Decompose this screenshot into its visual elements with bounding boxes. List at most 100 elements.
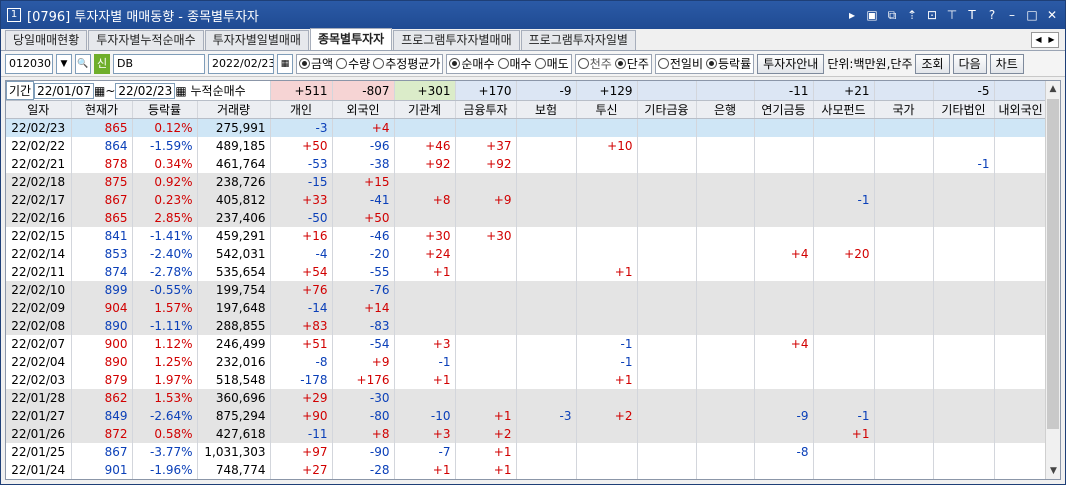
table-cell	[516, 424, 577, 443]
column-header[interactable]: 연기금등	[754, 100, 814, 119]
table-row[interactable]: 22/02/10 899 -0.55% 199,754 +76 -76	[6, 280, 1048, 299]
table-row[interactable]: 22/02/17 867 0.23% 405,812 +33 -41 +8 +9 -1	[6, 190, 1048, 209]
column-header[interactable]: 기관계	[394, 100, 456, 119]
radio-quantity[interactable]: 수량	[336, 55, 370, 72]
radio-sell[interactable]: 매도	[534, 55, 569, 72]
scroll-down-icon[interactable]: ▼	[1046, 463, 1060, 479]
period-from-input[interactable]: 22/01/07	[34, 83, 94, 99]
column-header[interactable]: 개인	[270, 100, 333, 119]
pushpin-icon[interactable]: ⊤	[945, 8, 959, 22]
scroll-up-icon[interactable]: ▲	[1046, 81, 1060, 97]
table-row[interactable]: 22/01/28 862 1.53% 360,696 +29 -30	[6, 388, 1048, 407]
table-row[interactable]: 22/02/21 878 0.34% 461,764 -53 -38 +92 +92 -1	[6, 154, 1048, 173]
period-to-calendar-icon[interactable]: ▦	[175, 84, 186, 98]
table-row[interactable]: 22/02/18 875 0.92% 238,726 -15 +15	[6, 172, 1048, 191]
column-header[interactable]: 기타금융	[637, 100, 697, 119]
table-cell	[576, 190, 638, 209]
radio-prev-day[interactable]: 전일비	[657, 55, 703, 72]
calendar-icon[interactable]: ▦	[277, 53, 293, 74]
table-cell	[813, 154, 875, 173]
maximize-icon[interactable]: □	[1025, 8, 1039, 22]
column-header[interactable]: 기타법인	[933, 100, 995, 119]
tab-daily-trading[interactable]: 당일매매현황	[5, 30, 88, 50]
table-row[interactable]: 22/02/16 865 2.85% 237,406 -50 +50	[6, 208, 1048, 227]
table-row[interactable]: 22/02/23 865 0.12% 275,991 -3 +4	[6, 118, 1048, 137]
table-row[interactable]: 22/01/27 849 -2.64% 875,294 +90 -80 -10 +1 -3 +2 -…	[6, 406, 1048, 425]
tab-investor-daily[interactable]: 투자자별일별매매	[204, 30, 309, 50]
compare-radio-group: 전일비 등락률	[654, 53, 755, 74]
radio-change-rate[interactable]: 등락률	[706, 55, 751, 72]
table-row[interactable]: 22/02/09 904 1.57% 197,648 -14 +14	[6, 298, 1048, 317]
date-input[interactable]: 2022/02/23	[208, 53, 274, 74]
radio-thousand-shares[interactable]: 천주	[577, 55, 612, 72]
tab-program-investor[interactable]: 프로그램투자자별매매	[393, 30, 520, 50]
vertical-scrollbar[interactable]: ▲ ▼	[1045, 81, 1060, 479]
table-row[interactable]: 22/02/15 841 -1.41% 459,291 +16 -46 +30 +30	[6, 226, 1048, 245]
table-cell	[455, 262, 517, 281]
column-header[interactable]: 거래량	[197, 100, 271, 119]
table-cell: 22/01/27	[6, 406, 72, 425]
header-row: 일자 현재가 등락률 거래량 개인 외국인 기관계 금융투자 보험 투신 기타금융 은행 연기금등 사모펀…	[6, 100, 1048, 119]
next-button[interactable]: 다음	[952, 53, 987, 74]
table-cell	[576, 208, 638, 227]
radio-single-shares[interactable]: 단주	[614, 55, 649, 72]
table-row[interactable]: 22/02/11 874 -2.78% 535,654 +54 -55 +1 +1	[6, 262, 1048, 281]
table-cell	[455, 370, 517, 389]
radio-est-avg[interactable]: 추정평균가	[373, 55, 440, 72]
chart-button[interactable]: 차트	[989, 53, 1024, 74]
table-row[interactable]: 22/02/14 853 -2.40% 542,031 -4 -20 +24 +4 +20	[6, 244, 1048, 263]
table-row[interactable]: 22/02/07 900 1.12% 246,499 +51 -54 +3 -1 +4	[6, 334, 1048, 353]
tab-scroll-left-icon[interactable]: ◀	[1032, 33, 1045, 47]
stock-code-input[interactable]: 012030	[5, 53, 53, 74]
column-header[interactable]: 내외국인	[994, 100, 1048, 119]
arrow-right-icon[interactable]: ▸	[845, 8, 859, 22]
table-row[interactable]: 22/02/08 890 -1.11% 288,855 +83 -83	[6, 316, 1048, 335]
column-header[interactable]: 일자	[6, 100, 72, 119]
table-cell	[874, 280, 934, 299]
table-cell	[754, 172, 814, 191]
table-cell	[516, 118, 577, 137]
link-icon[interactable]: ⊡	[925, 8, 939, 22]
table-row[interactable]: 22/02/04 890 1.25% 232,016 -8 +9 -1 -1	[6, 352, 1048, 371]
font-icon[interactable]: T	[965, 8, 979, 22]
table-cell	[874, 208, 934, 227]
table-cell	[394, 298, 456, 317]
table-row[interactable]: 22/01/26 872 0.58% 427,618 -11 +8 +3 +2 +1	[6, 424, 1048, 443]
column-header[interactable]: 투신	[576, 100, 638, 119]
minimize-icon[interactable]: –	[1005, 8, 1019, 22]
search-icon[interactable]: 🔍	[75, 53, 91, 74]
column-header[interactable]: 외국인	[332, 100, 395, 119]
scroll-thumb[interactable]	[1047, 99, 1059, 429]
column-header[interactable]: 등락률	[132, 100, 198, 119]
radio-buy[interactable]: 매수	[497, 55, 532, 72]
table-row[interactable]: 22/01/25 867 -3.77% 1,031,303 +97 -90 -7 +1 -8	[6, 442, 1048, 461]
window-icon[interactable]: ▣	[865, 8, 879, 22]
column-header[interactable]: 금융투자	[455, 100, 517, 119]
period-to-input[interactable]: 22/02/23	[115, 83, 176, 99]
close-icon[interactable]: ✕	[1045, 8, 1059, 22]
help-icon[interactable]: ?	[985, 8, 999, 22]
tab-scroll-right-icon[interactable]: ▶	[1045, 33, 1058, 47]
table-cell	[754, 316, 814, 335]
table-row[interactable]: 22/02/03 879 1.97% 518,548 -178 +176 +1 +1	[6, 370, 1048, 389]
radio-amount[interactable]: 금액	[299, 55, 333, 72]
tab-cumulative-net-buy[interactable]: 투자자별누적순매수	[88, 30, 204, 50]
investor-guide-button[interactable]: 투자자안내	[757, 53, 825, 74]
period-from-calendar-icon[interactable]: ▦	[94, 84, 105, 98]
column-header[interactable]: 현재가	[71, 100, 133, 119]
column-header[interactable]: 사모펀드	[813, 100, 875, 119]
tab-program-daily[interactable]: 프로그램투자자일별	[520, 30, 636, 50]
column-header[interactable]: 은행	[696, 100, 755, 119]
table-cell	[637, 262, 697, 281]
table-row[interactable]: 22/01/24 901 -1.96% 748,774 +27 -28 +1 +1	[6, 460, 1048, 479]
column-header[interactable]: 국가	[874, 100, 934, 119]
table-cell	[994, 334, 1048, 353]
column-header[interactable]: 보험	[516, 100, 577, 119]
query-button[interactable]: 조회	[915, 53, 950, 74]
radio-net-buy[interactable]: 순매수	[449, 55, 495, 72]
table-row[interactable]: 22/02/22 864 -1.59% 489,185 +50 -96 +46 +37 +10	[6, 136, 1048, 155]
tab-stock-investor[interactable]: 종목별투자자	[309, 28, 393, 50]
pin-icon[interactable]: ⇡	[905, 8, 919, 22]
restore-icon[interactable]: ⧉	[885, 8, 899, 22]
code-dropdown-icon[interactable]: ▼	[56, 53, 72, 74]
